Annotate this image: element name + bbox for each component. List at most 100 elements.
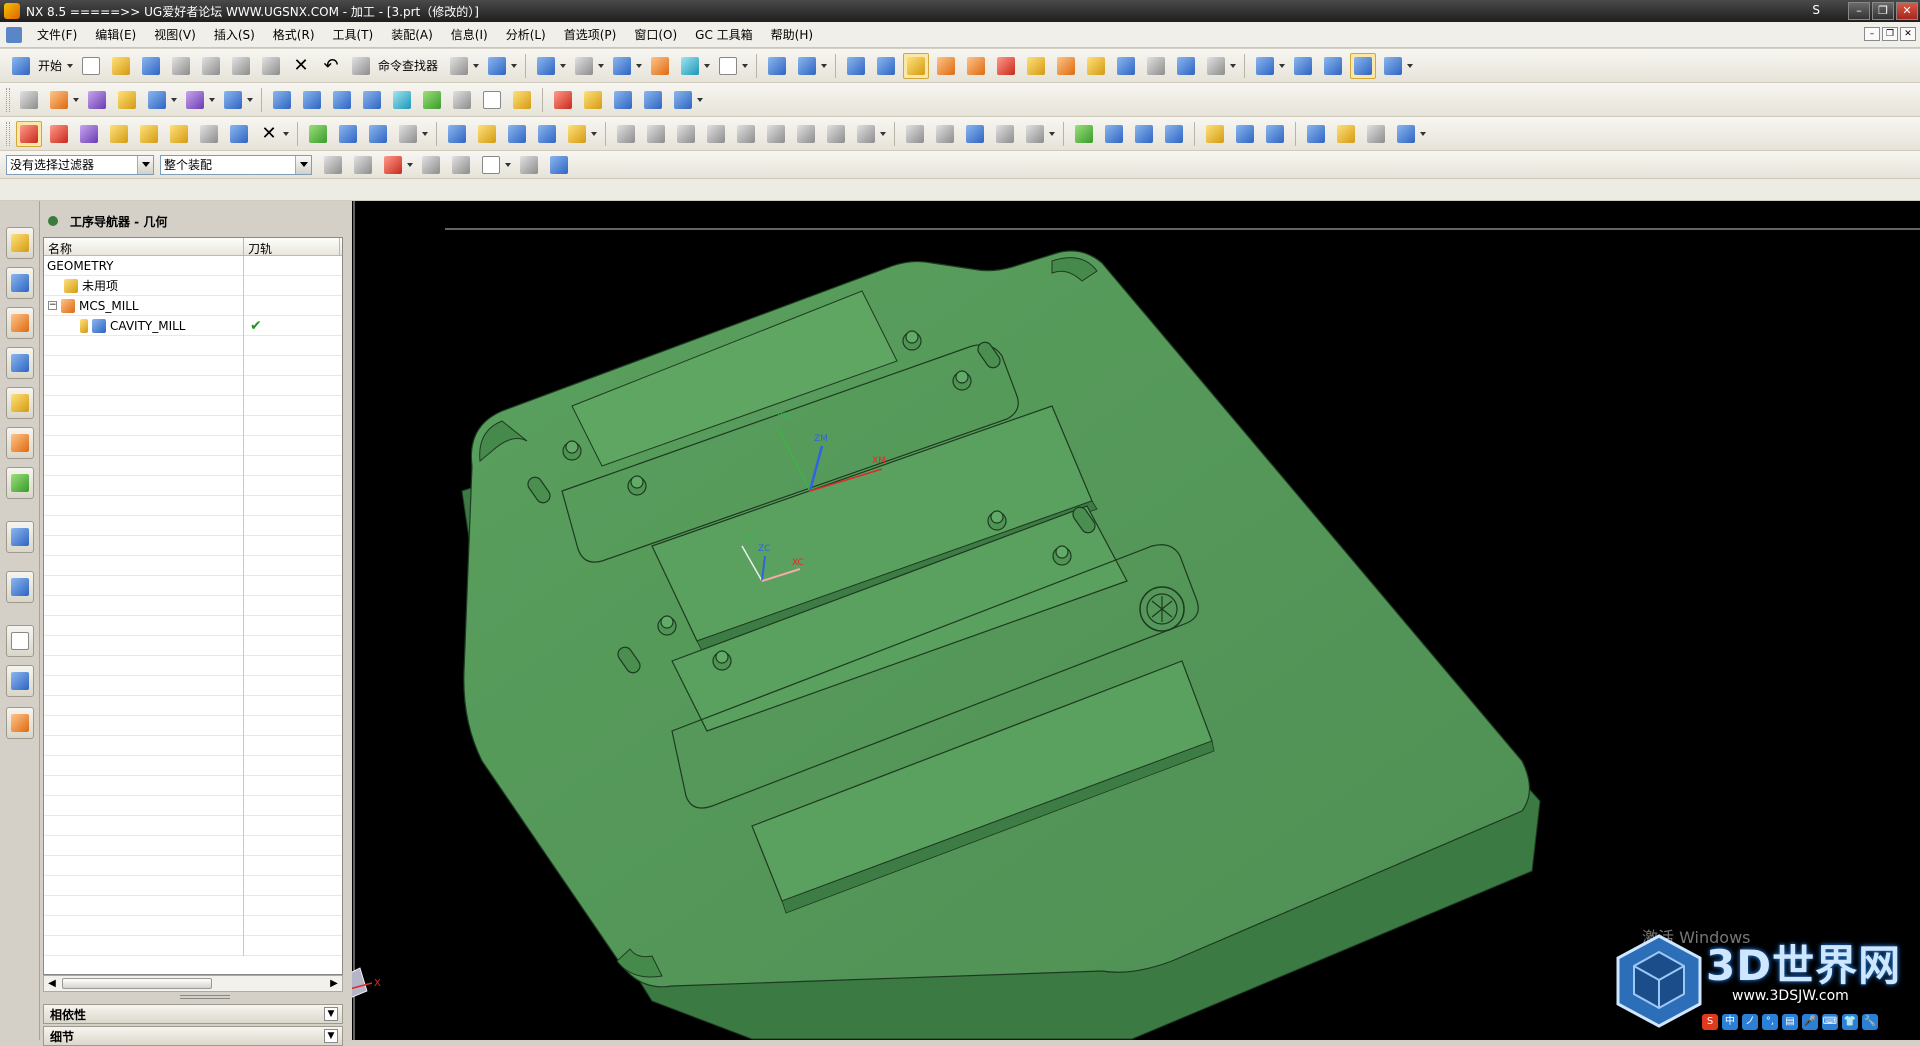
create-operation-icon[interactable] — [963, 53, 989, 79]
delete-feature-icon[interactable]: ✕ — [256, 121, 282, 147]
revolve-icon[interactable] — [76, 121, 102, 147]
machine-navigator-tab[interactable] — [6, 267, 34, 299]
tree-row-cavity-mill[interactable]: CAVITY_MILL ✔ — [44, 315, 342, 336]
assembly-constraint-icon[interactable] — [1290, 53, 1316, 79]
angle-icon[interactable] — [1161, 121, 1187, 147]
rotate-view-icon[interactable] — [571, 53, 597, 79]
print-icon[interactable] — [168, 53, 194, 79]
verify-icon[interactable] — [1173, 53, 1199, 79]
menu-preferences[interactable]: 首选项(P) — [555, 26, 626, 43]
child-minimize-button[interactable]: – — [1864, 27, 1880, 41]
undo-icon[interactable]: ↶ — [318, 53, 344, 79]
note-icon[interactable] — [1232, 121, 1258, 147]
shell-icon[interactable] — [703, 121, 729, 147]
graphics-viewport[interactable]: YM ZM XM YC ZC XC Y Z X 激活 Windows — [352, 201, 1920, 1040]
menu-information[interactable]: 信息(I) — [442, 26, 497, 43]
select-all-icon[interactable] — [516, 152, 542, 178]
select-body-icon[interactable] — [546, 152, 572, 178]
tree-row-mcs-mill[interactable]: − MCS_MILL — [44, 295, 342, 316]
replay-icon[interactable] — [1143, 53, 1169, 79]
select-icon[interactable] — [446, 53, 472, 79]
pin-icon[interactable] — [48, 216, 58, 226]
tree-row-geometry[interactable]: GEOMETRY — [44, 255, 342, 276]
program-order-view-icon[interactable] — [993, 53, 1019, 79]
menu-gc-toolkit[interactable]: GC 工具箱 — [686, 26, 762, 43]
scroll-thumb[interactable] — [62, 978, 212, 989]
chevron-down-icon[interactable] — [137, 155, 153, 174]
cut-regions-icon[interactable] — [389, 87, 415, 113]
scale-body-icon[interactable] — [823, 121, 849, 147]
method-view-icon[interactable] — [1083, 53, 1109, 79]
pad-icon[interactable] — [504, 121, 530, 147]
boss-icon[interactable] — [474, 121, 500, 147]
command-finder-icon[interactable] — [348, 53, 374, 79]
operation-navigator-tab[interactable] — [6, 227, 34, 259]
analysis-tool-icon[interactable] — [1101, 121, 1127, 147]
child-close-button[interactable]: ✕ — [1900, 27, 1916, 41]
tool-path-display-icon[interactable] — [299, 87, 325, 113]
slot-icon[interactable] — [534, 121, 560, 147]
ime-chinese-icon[interactable]: 中 — [1722, 1014, 1738, 1030]
hole-icon[interactable] — [335, 121, 361, 147]
ime-soft-keyboard-icon[interactable]: ⌨ — [1822, 1014, 1838, 1030]
geometry-view-icon[interactable] — [1053, 53, 1079, 79]
workpiece-icon[interactable] — [509, 87, 535, 113]
face-rule-icon[interactable] — [418, 152, 444, 178]
ime-mic-icon[interactable]: 🎤 — [1802, 1014, 1818, 1030]
menu-assembly[interactable]: 装配(A) — [382, 26, 442, 43]
filter-settings-icon[interactable] — [320, 152, 346, 178]
display-icon[interactable] — [144, 87, 170, 113]
horizontal-scrollbar[interactable]: ◀ ▶ — [43, 975, 343, 992]
roles-tab[interactable] — [6, 707, 34, 739]
menu-insert[interactable]: 插入(S) — [205, 26, 264, 43]
feature-icon[interactable] — [640, 87, 666, 113]
mirror-icon[interactable] — [395, 121, 421, 147]
scroll-right-icon[interactable]: ▶ — [326, 976, 342, 991]
toolbar-grip[interactable] — [6, 87, 10, 112]
ime-moon-icon[interactable]: ノ — [1742, 1014, 1758, 1030]
analysis-check-icon[interactable] — [1071, 121, 1097, 147]
point-icon[interactable] — [106, 121, 132, 147]
timer-icon[interactable] — [1363, 121, 1389, 147]
replace-face-icon[interactable] — [853, 121, 879, 147]
type-filter-combo[interactable]: 没有选择过滤器 — [6, 154, 154, 175]
chevron-down-icon[interactable] — [295, 155, 311, 174]
app-menu-icon[interactable] — [6, 26, 22, 43]
menu-file[interactable]: 文件(F) — [28, 26, 86, 43]
snap-enable-icon[interactable] — [350, 152, 376, 178]
shaded-icon[interactable] — [609, 53, 635, 79]
child-restore-button[interactable]: ❐ — [1882, 27, 1898, 41]
sogou-icon[interactable]: S — [1702, 1014, 1718, 1030]
history-tab[interactable] — [6, 571, 34, 603]
menu-help[interactable]: 帮助(H) — [762, 26, 822, 43]
box-select-icon[interactable] — [478, 152, 504, 178]
ime-punct-icon[interactable]: °, — [1762, 1014, 1778, 1030]
panel-splitter[interactable] — [180, 995, 230, 999]
options-icon[interactable] — [1303, 121, 1329, 147]
point-constructor-icon[interactable] — [182, 87, 208, 113]
tool-path-edit-icon[interactable] — [269, 87, 295, 113]
scroll-left-icon[interactable]: ◀ — [44, 976, 60, 991]
open-folder-icon[interactable] — [108, 53, 134, 79]
background-icon[interactable] — [647, 53, 673, 79]
snap-point-icon[interactable] — [46, 87, 72, 113]
fit-view-icon[interactable] — [533, 53, 559, 79]
synchronous-icon[interactable] — [902, 121, 928, 147]
menu-edit[interactable]: 编辑(E) — [86, 26, 145, 43]
sketch-icon[interactable] — [16, 120, 42, 147]
assembly-navigator-tab[interactable] — [6, 307, 34, 339]
collapse-toggle[interactable]: − — [48, 301, 57, 310]
details-panel-bar[interactable]: 细节 ▼ — [43, 1026, 343, 1046]
feature-rule-icon[interactable] — [448, 152, 474, 178]
move-face-icon[interactable] — [932, 121, 958, 147]
generate-icon[interactable] — [1113, 53, 1139, 79]
edge-blend-icon[interactable] — [643, 121, 669, 147]
create-tool-icon[interactable] — [873, 53, 899, 79]
snap-icon[interactable] — [484, 53, 510, 79]
resize-icon[interactable] — [1022, 121, 1048, 147]
material-icon[interactable] — [550, 87, 576, 113]
clock-tab[interactable] — [6, 625, 34, 657]
create-geometry-icon[interactable] — [903, 52, 930, 79]
model-canvas[interactable]: YM ZM XM YC ZC XC Y Z X — [352, 201, 1920, 1040]
check-icon[interactable] — [305, 121, 331, 147]
